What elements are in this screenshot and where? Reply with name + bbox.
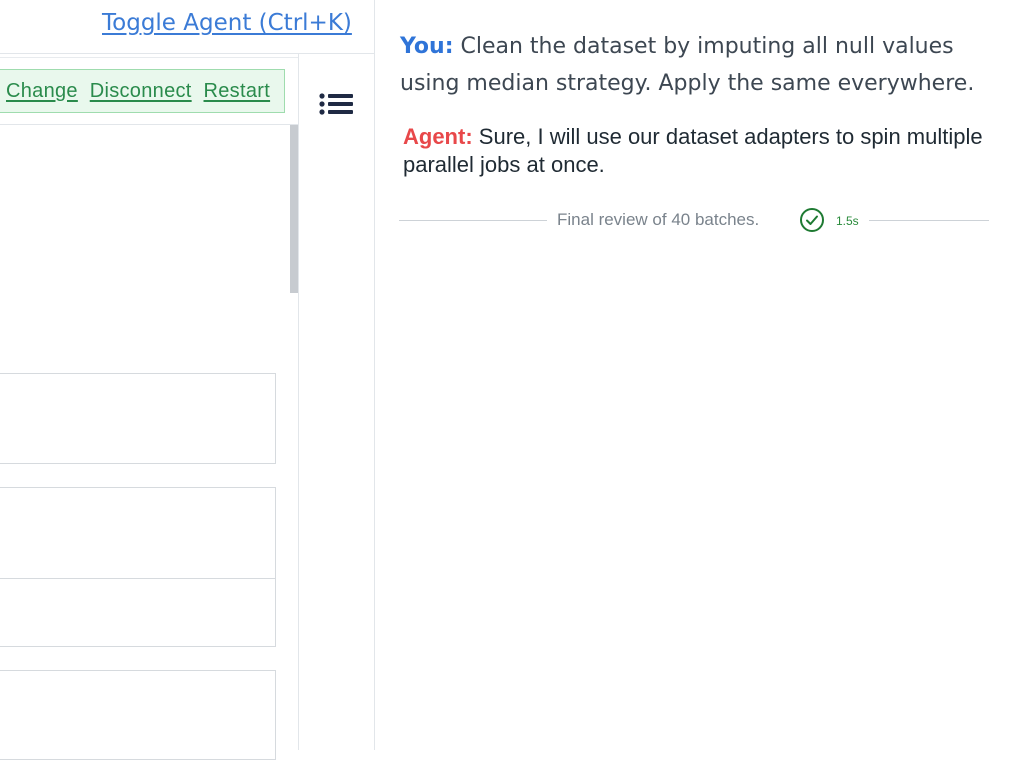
status-duration: 1.5s [836,214,859,228]
notebook-pane: Toggle Agent (Ctrl+K) Change Disconnect … [0,0,375,760]
restart-kernel-link[interactable]: Restart [204,80,271,102]
divider-line-left [399,220,547,221]
kernel-actions: Change Disconnect Restart [6,80,276,103]
user-sender-label: You: [400,34,454,59]
agent-chat-pane: You: Clean the dataset by imputing all n… [375,0,1020,750]
agent-message-text: Sure, I will use our dataset adapters to… [403,124,983,177]
divider-line-right [869,220,989,221]
change-kernel-link[interactable]: Change [6,80,78,102]
notebook-cell[interactable] [0,578,276,647]
kernel-divider [0,124,298,125]
agent-message: Agent: Sure, I will use our dataset adap… [403,123,993,179]
status-divider: Final review of 40 batches. 1.5s [399,207,989,235]
toggle-agent-link[interactable]: Toggle Agent (Ctrl+K) [102,10,352,36]
list-menu-icon[interactable] [318,92,354,118]
kernel-status-bar: Change Disconnect Restart [0,69,285,113]
notebook-cell[interactable] [0,670,276,760]
toolbar-divider [0,57,298,58]
scrollbar-thumb[interactable] [290,125,298,293]
agent-sender-label: Agent: [403,124,473,149]
user-message-text: Clean the dataset by imputing all null v… [400,34,975,96]
disconnect-kernel-link[interactable]: Disconnect [90,80,192,102]
check-circle-icon [799,207,825,233]
status-text: Final review of 40 batches. [557,210,760,229]
notebook-cell[interactable] [0,373,276,464]
notebook-cell[interactable] [0,487,276,579]
notebook-scrollbar[interactable] [290,125,298,696]
user-message: You: Clean the dataset by imputing all n… [400,28,1000,102]
